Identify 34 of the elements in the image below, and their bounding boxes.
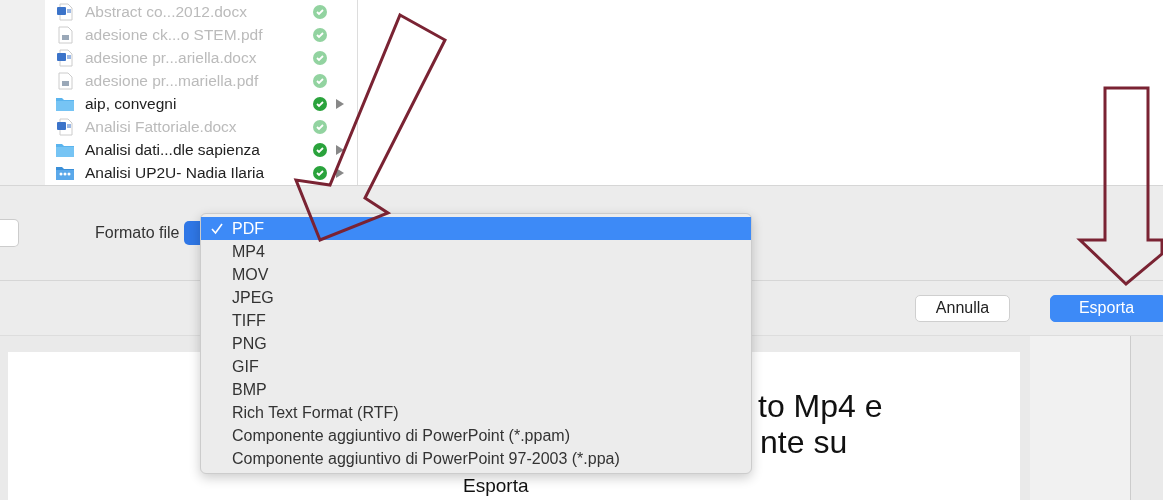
menu-item[interactable]: GIF (201, 355, 751, 378)
check-icon (313, 165, 327, 180)
file-name[interactable]: aip, convegni (85, 94, 310, 113)
slide-text: to Mp4 e (758, 388, 884, 424)
checkmark-icon (211, 222, 223, 235)
check-icon (313, 119, 327, 134)
check-icon (313, 4, 327, 19)
menu-item[interactable]: BMP (201, 378, 751, 401)
menu-item[interactable]: MP4 (201, 240, 751, 263)
menu-item[interactable]: Componente aggiuntivo di PowerPoint 97-2003 (*.ppa) (201, 447, 751, 470)
cancel-button[interactable]: Annulla (915, 294, 1010, 322)
pdf-document-icon (55, 25, 75, 44)
menu-item[interactable]: Componente aggiuntivo di PowerPoint (*.ppam) (201, 424, 751, 447)
menu-item[interactable]: TIFF (201, 309, 751, 332)
menu-item[interactable]: PNG (201, 332, 751, 355)
check-icon (313, 73, 327, 88)
check-icon (313, 96, 327, 111)
slide-text: nte su (760, 424, 849, 460)
check-icon (313, 50, 327, 65)
format-label: Formato file (95, 224, 180, 242)
menu-item[interactable]: JPEG (201, 286, 751, 309)
disclosure-triangle-icon[interactable] (336, 167, 344, 178)
word-document-icon (55, 117, 75, 136)
slide-text: Esporta (463, 475, 530, 496)
menu-item[interactable]: MOV (201, 263, 751, 286)
menu-item[interactable]: Rich Text Format (RTF) (201, 401, 751, 424)
check-icon (313, 142, 327, 157)
file-name[interactable]: Analisi UP2U- Nadia Ilaria (85, 163, 310, 182)
input-field[interactable] (0, 219, 19, 247)
word-document-icon (55, 48, 75, 67)
file-name[interactable]: Analisi dati...dle sapienza (85, 140, 310, 159)
pdf-document-icon (55, 71, 75, 90)
disclosure-triangle-icon[interactable] (336, 144, 344, 155)
check-icon (313, 27, 327, 42)
